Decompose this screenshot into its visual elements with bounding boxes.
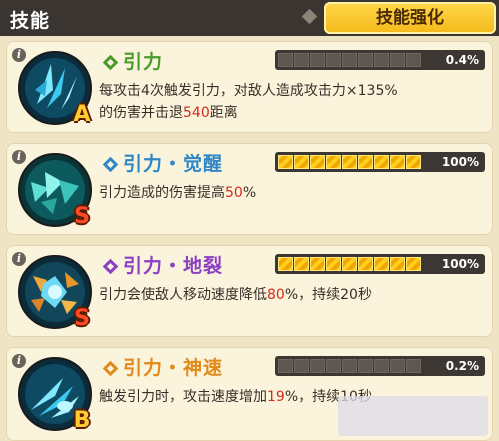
progress-label: 0.2% xyxy=(445,359,479,373)
info-icon[interactable]: i xyxy=(12,48,26,62)
skill-description: 引力造成的伤害提高50% xyxy=(99,182,484,204)
highlight-value: 19 xyxy=(267,389,285,405)
name-diamond-icon xyxy=(102,156,119,173)
info-icon[interactable]: i xyxy=(12,150,26,164)
progress-label: 100% xyxy=(441,257,479,271)
highlight-value: 540 xyxy=(183,105,210,121)
skill-icon-gravity-haste[interactable]: B xyxy=(17,356,93,433)
name-diamond-icon xyxy=(102,360,119,377)
skill-card-gravity-awaken[interactable]: S i 引力・觉醒 100% 引力造成的伤害提高50% xyxy=(6,143,493,235)
description-text: % xyxy=(242,185,257,201)
name-diamond-icon xyxy=(102,54,119,71)
skill-name: 引力・神速 xyxy=(123,357,224,379)
description-line: 每攻击4次触发引力，对敌人造成攻击力×135% xyxy=(99,83,398,99)
skill-icon-gravity[interactable]: A xyxy=(17,50,93,127)
description-text: 引力会使敌人移动速度降低 xyxy=(99,287,267,303)
skill-card-gravity[interactable]: A i 引力 0.4% 每攻击4次触发引力，对敌人造成攻击力×135% 的伤害并… xyxy=(6,41,493,133)
grade-badge: S xyxy=(74,306,90,331)
description-line: 引力造成的伤害提高50% xyxy=(99,182,484,204)
top-bar: 技能 技能强化 xyxy=(0,0,499,36)
divider-diamond-icon xyxy=(301,8,318,25)
watermark xyxy=(338,396,488,436)
skill-name: 引力・地裂 xyxy=(123,255,224,277)
highlight-value: 80 xyxy=(267,287,285,303)
skill-name: 引力・觉醒 xyxy=(123,153,224,175)
progress-bar: 0.2% xyxy=(275,356,485,376)
description-text: 引力造成的伤害提高 xyxy=(99,185,225,201)
progress-label: 0.4% xyxy=(445,53,479,67)
description-text: 的伤害并击退 xyxy=(99,105,183,121)
info-icon[interactable]: i xyxy=(12,252,26,266)
progress-bar: 100% xyxy=(275,152,485,172)
grade-badge: B xyxy=(73,408,91,433)
name-diamond-icon xyxy=(102,258,119,275)
skill-card-gravity-quake[interactable]: S i 引力・地裂 100% 引力会使敌人移动速度降低80%，持续20秒 xyxy=(6,245,493,337)
skill-icon-gravity-quake[interactable]: S xyxy=(17,254,93,331)
info-icon[interactable]: i xyxy=(12,354,26,368)
highlight-value: 50 xyxy=(225,185,243,201)
skill-description: 每攻击4次触发引力，对敌人造成攻击力×135% 的伤害并击退540距离 xyxy=(99,80,484,124)
grade-badge: A xyxy=(73,102,91,127)
description-line: 引力会使敌人移动速度降低80%，持续20秒 xyxy=(99,284,484,306)
tab-skill-enhance[interactable]: 技能强化 xyxy=(324,2,496,34)
description-line: 的伤害并击退540距离 xyxy=(99,102,484,124)
description-text: 距离 xyxy=(209,105,238,121)
progress-bar: 100% xyxy=(275,254,485,274)
skill-description: 引力会使敌人移动速度降低80%，持续20秒 xyxy=(99,284,484,306)
description-text: 触发引力时，攻击速度增加 xyxy=(99,389,267,405)
progress-bar: 0.4% xyxy=(275,50,485,70)
progress-label: 100% xyxy=(441,155,479,169)
grade-badge: S xyxy=(74,204,90,229)
skill-icon-gravity-awaken[interactable]: S xyxy=(17,152,93,229)
skill-name: 引力 xyxy=(123,51,164,73)
description-text: %，持续20秒 xyxy=(284,287,372,303)
page-title: 技能 xyxy=(10,10,51,32)
